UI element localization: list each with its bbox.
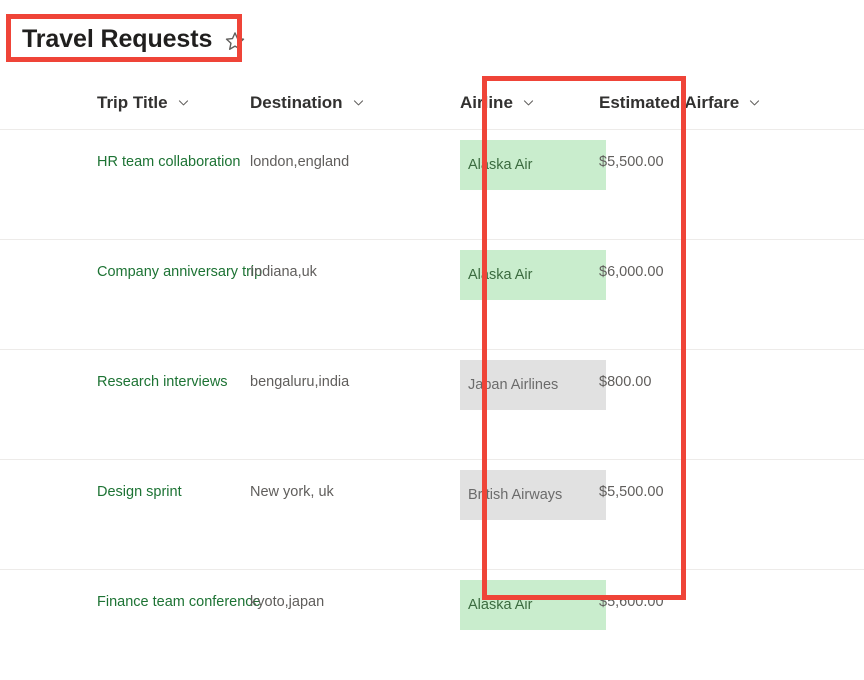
airline-value: British Airways — [460, 470, 606, 520]
estimated-airfare-value: $5,500.00 — [599, 154, 664, 170]
estimated-airfare-value: $6,000.00 — [599, 264, 664, 280]
destination-value: Indiana,uk — [250, 264, 317, 280]
trip-title-link[interactable]: Company anniversary trip — [97, 264, 262, 280]
estimated-airfare-value: $800.00 — [599, 374, 652, 390]
airline-value: Alaska Air — [460, 140, 606, 190]
trip-title-link[interactable]: HR team collaboration — [97, 154, 240, 170]
destination-value: london,england — [250, 154, 350, 170]
column-header-label: Airline — [460, 92, 513, 112]
cell-airline: British Airways — [423, 460, 606, 520]
star-icon[interactable] — [224, 30, 246, 52]
list-table: Trip Title Destination Airline Estimated… — [0, 76, 864, 680]
trip-title-link[interactable]: Finance team conference — [97, 594, 261, 610]
cell-trip-title: Design sprint — [0, 460, 250, 502]
cell-airline: Alaska Air — [423, 570, 606, 630]
column-header-trip-title[interactable]: Trip Title — [0, 93, 250, 113]
list-header: Travel Requests — [0, 0, 864, 76]
airline-value: Japan Airlines — [460, 360, 606, 410]
chevron-down-icon[interactable] — [748, 96, 761, 109]
cell-destination: New york, uk — [250, 460, 423, 502]
cell-estimated-airfare: $5,600.00 — [593, 570, 864, 612]
page-title: Travel Requests — [22, 25, 213, 53]
cell-trip-title: Company anniversary trip — [0, 240, 262, 282]
column-header-estimated-airfare[interactable]: Estimated Airfare — [593, 93, 864, 113]
estimated-airfare-value: $5,500.00 — [599, 484, 664, 500]
destination-value: kyoto,japan — [250, 594, 325, 610]
table-row[interactable]: Company anniversary trip Indiana,uk Alas… — [0, 240, 864, 350]
column-header-label: Trip Title — [97, 92, 168, 112]
table-row[interactable]: Research interviews bengaluru,india Japa… — [0, 350, 864, 460]
cell-destination: london,england — [250, 130, 423, 172]
airline-value: Alaska Air — [460, 250, 606, 300]
chevron-down-icon[interactable] — [352, 96, 365, 109]
table-row[interactable]: Finance team conference kyoto,japan Alas… — [0, 570, 864, 680]
trip-title-link[interactable]: Design sprint — [97, 484, 182, 500]
cell-airline: Japan Airlines — [423, 350, 606, 410]
estimated-airfare-value: $5,600.00 — [599, 594, 664, 610]
list-title-group: Travel Requests — [22, 20, 246, 58]
cell-destination: Indiana,uk — [250, 240, 423, 282]
cell-trip-title: Research interviews — [0, 350, 250, 392]
destination-value: bengaluru,india — [250, 374, 350, 390]
destination-value: New york, uk — [250, 484, 334, 500]
cell-destination: kyoto,japan — [250, 570, 423, 612]
cell-destination: bengaluru,india — [250, 350, 423, 392]
column-header-airline[interactable]: Airline — [423, 93, 593, 113]
chevron-down-icon[interactable] — [522, 96, 535, 109]
airline-value: Alaska Air — [460, 580, 606, 630]
table-row[interactable]: HR team collaboration london,england Ala… — [0, 130, 864, 240]
cell-estimated-airfare: $5,500.00 — [593, 130, 864, 172]
cell-airline: Alaska Air — [423, 240, 606, 300]
cell-trip-title: Finance team conference — [0, 570, 261, 612]
cell-estimated-airfare: $6,000.00 — [593, 240, 864, 282]
column-header-destination[interactable]: Destination — [250, 93, 423, 113]
column-header-label: Destination — [250, 92, 343, 112]
column-header-label: Estimated Airfare — [599, 92, 740, 112]
cell-trip-title: HR team collaboration — [0, 130, 250, 172]
trip-title-link[interactable]: Research interviews — [97, 374, 228, 390]
chevron-down-icon[interactable] — [177, 96, 190, 109]
cell-airline: Alaska Air — [423, 130, 606, 190]
cell-estimated-airfare: $800.00 — [593, 350, 864, 392]
table-row[interactable]: Design sprint New york, uk British Airwa… — [0, 460, 864, 570]
cell-estimated-airfare: $5,500.00 — [593, 460, 864, 502]
table-header-row: Trip Title Destination Airline Estimated… — [0, 76, 864, 130]
